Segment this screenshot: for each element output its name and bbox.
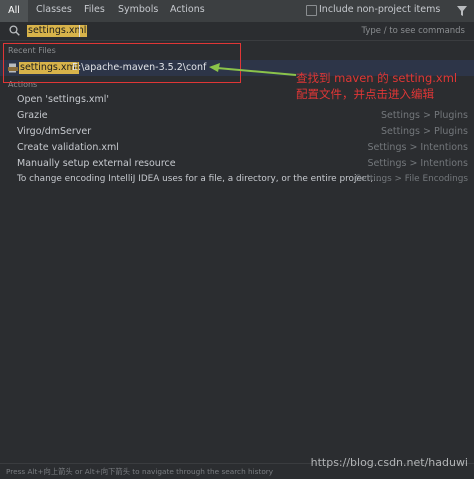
watermark: https://blog.csdn.net/haduwi	[310, 456, 468, 469]
action-item-label: Open 'settings.xml'	[17, 94, 110, 105]
search-hint: Type / to see commands	[361, 26, 465, 36]
search-icon	[9, 25, 20, 36]
action-item-label: Create validation.xml	[17, 142, 119, 153]
action-item[interactable]: Manually setup external resource Setting…	[0, 156, 474, 172]
include-non-project-label[interactable]: Include non-project items	[319, 4, 440, 15]
action-item[interactable]: Create validation.xml Settings > Intenti…	[0, 140, 474, 156]
annotation-arrow	[209, 63, 297, 76]
action-item[interactable]: Grazie Settings > Plugins	[0, 108, 474, 124]
action-item[interactable]: Virgo/dmServer Settings > Plugins	[0, 124, 474, 140]
action-item-label: Grazie	[17, 110, 48, 121]
include-non-project-checkbox[interactable]	[306, 5, 317, 16]
tab-actions[interactable]: Actions	[170, 4, 205, 15]
filter-icon[interactable]	[457, 6, 467, 16]
tab-symbols[interactable]: Symbols	[118, 4, 158, 15]
action-item-label: Virgo/dmServer	[17, 126, 92, 137]
footer-hint: Press Alt+向上箭头 or Alt+向下箭头 to navigate t…	[6, 467, 274, 476]
action-item-label: To change encoding IntelliJ IDEA uses fo…	[17, 174, 382, 184]
action-item-category: Settings > Plugins	[381, 126, 468, 137]
action-item-category: Settings > Plugins	[381, 110, 468, 121]
highlight-box	[3, 43, 241, 83]
action-item[interactable]: To change encoding IntelliJ IDEA uses fo…	[0, 172, 474, 188]
tab-classes[interactable]: Classes	[36, 4, 72, 15]
text-caret	[79, 25, 80, 37]
annotation-text: 查找到 maven 的 setting.xml 配置文件，并点击进入编辑	[296, 71, 458, 101]
action-item-category: Settings > Intentions	[367, 158, 468, 169]
action-item-category: Settings > Intentions	[367, 142, 468, 153]
tab-all[interactable]: All	[0, 0, 28, 22]
action-item-label: Manually setup external resource	[17, 158, 176, 169]
tab-files[interactable]: Files	[84, 4, 105, 15]
action-item-category: Settings > File Encodings	[355, 174, 468, 184]
